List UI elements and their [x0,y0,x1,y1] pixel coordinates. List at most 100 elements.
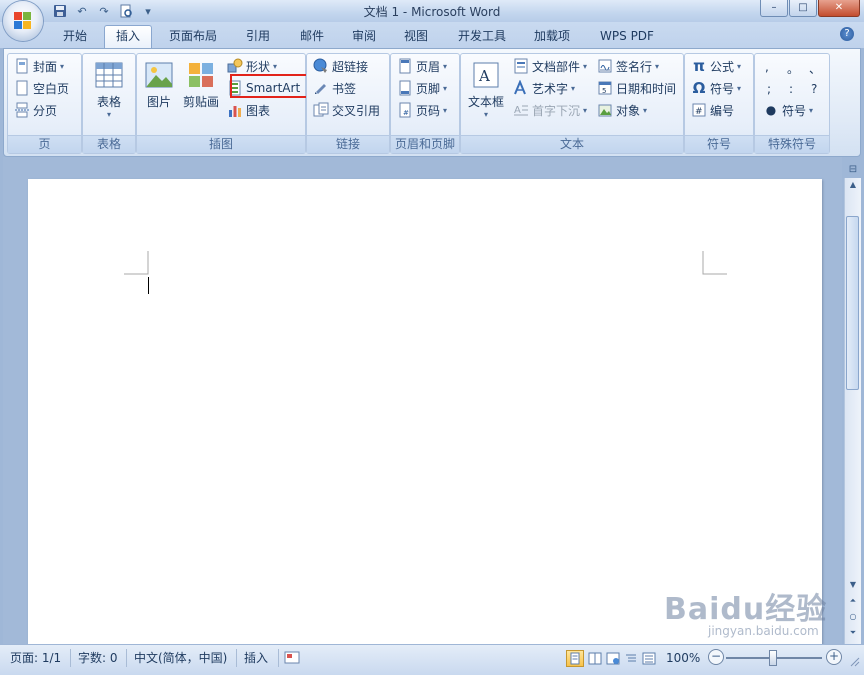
group-pages: 封面 ▾ 空白页 分页 页 [7,53,82,154]
group-table: 表格 ▾ 表格 [82,53,136,154]
numbering-button[interactable]: # 编号 [691,100,734,120]
cross-reference-button[interactable]: 交叉引用 [313,100,380,120]
group-label-links: 链接 [307,135,389,153]
tab-review[interactable]: 审阅 [346,26,382,47]
date-time-button[interactable]: 5 日期和时间 [597,78,676,98]
tab-wps-pdf[interactable]: WPS PDF [594,26,660,47]
quick-parts-button[interactable]: 文档部件 ▾ [513,56,587,76]
omega-icon: Ω [692,79,706,97]
special-symbol-question[interactable]: ? [811,82,817,96]
zoom-in-icon[interactable]: + [826,649,842,665]
ribbon: 封面 ▾ 空白页 分页 页 表格 ▾ 表格 图片 剪贴画 形状 ▾ SmartA… [3,48,861,157]
clipart-button[interactable]: 剪贴画 [181,60,221,110]
view-ruler-icon[interactable]: ⊟ [846,164,860,178]
bookmark-icon [315,84,326,94]
document-page[interactable] [28,179,822,649]
minimize-button[interactable]: – [760,0,788,17]
page-break-icon [15,102,29,118]
header-button[interactable]: 页眉 ▾ [397,56,447,76]
table-button[interactable]: 表格 ▾ [89,60,129,119]
wordart-button[interactable]: 艺术字 ▾ [513,78,575,98]
special-symbol-semicolon[interactable]: ; [767,82,771,96]
group-label-header-footer: 页眉和页脚 [391,135,459,153]
macro-record-icon[interactable] [284,650,300,665]
cover-page-button[interactable]: 封面 ▾ [14,56,64,76]
scroll-down-icon[interactable]: ▼ [845,578,861,592]
tab-home[interactable]: 开始 [58,26,92,47]
zoom-out-icon[interactable]: − [708,649,724,665]
maximize-button[interactable]: □ [789,0,817,17]
web-layout-button[interactable] [604,650,622,667]
special-symbol-enum-comma[interactable]: 、 [809,60,821,77]
page-break-button[interactable]: 分页 [14,100,57,120]
vertical-scrollbar[interactable]: ▲ ▼ ⏶ ○ ⏷ [844,178,861,644]
status-word-count[interactable]: 字数: 0 [78,649,118,667]
office-button[interactable] [3,1,43,41]
outline-view-button[interactable] [622,650,640,667]
tab-developer[interactable]: 开发工具 [452,26,512,47]
wordart-icon [514,80,526,95]
resize-grip-icon[interactable] [848,655,860,667]
group-label-pages: 页 [8,135,81,153]
zoom-slider-thumb[interactable] [769,650,777,666]
outline-icon [626,654,636,662]
special-symbol-period[interactable]: 。 [787,60,799,77]
drop-cap-button[interactable]: A 首字下沉 ▾ [513,100,587,120]
full-screen-reading-button[interactable] [586,650,604,667]
textbox-icon: A [473,62,499,88]
svg-text:A: A [478,67,490,85]
bookmark-button[interactable]: 书签 [313,78,356,98]
status-insert-mode[interactable]: 插入 [244,649,268,667]
window-controls: – □ ✕ [760,0,860,17]
footer-button[interactable]: 页脚 ▾ [397,78,447,98]
signature-line-button[interactable]: 签名行 ▾ [597,56,659,76]
quick-parts-icon [514,58,528,74]
svg-text:#: # [403,109,409,117]
textbox-button[interactable]: A 文本框 ▾ [465,60,507,119]
draft-icon [642,652,656,665]
special-symbol-colon[interactable]: : [789,82,793,96]
group-label-table: 表格 [83,135,135,153]
chart-icon [229,106,241,117]
cross-reference-icon [313,102,329,117]
tab-mailings[interactable]: 邮件 [294,26,330,47]
symbol-button[interactable]: Ω 符号 ▾ [691,78,741,98]
bullet-icon: ● [765,103,777,117]
help-icon[interactable]: ? [840,27,854,41]
tab-references[interactable]: 引用 [240,26,276,47]
zoom-level[interactable]: 100% [666,649,700,667]
chart-button[interactable]: 图表 [227,100,270,120]
next-page-icon[interactable]: ⏷ [845,626,861,640]
tab-insert[interactable]: 插入 [104,25,152,48]
tab-view[interactable]: 视图 [398,26,434,47]
page-number-button[interactable]: # 页码 ▾ [397,100,447,120]
print-layout-view-button[interactable] [566,650,584,667]
group-links: 超链接 书签 交叉引用 链接 [306,53,390,154]
page-number-icon: # [399,102,411,118]
previous-page-icon[interactable]: ⏶ [845,594,861,608]
close-button[interactable]: ✕ [818,0,860,17]
status-page[interactable]: 页面: 1/1 [10,649,61,667]
scroll-up-icon[interactable]: ▲ [845,178,861,192]
blank-page-button[interactable]: 空白页 [14,78,69,98]
hyperlink-button[interactable]: 超链接 [313,56,368,76]
tab-addins[interactable]: 加载项 [528,26,576,47]
table-icon [95,62,123,88]
shapes-button[interactable]: 形状 ▾ [227,56,277,76]
print-layout-icon [570,652,580,665]
clipart-icon [189,63,213,87]
object-button[interactable]: 对象 ▾ [597,100,647,120]
svg-text:#: # [695,107,703,117]
picture-button[interactable]: 图片 [141,60,177,110]
web-layout-icon [606,652,620,665]
scroll-thumb[interactable] [846,216,859,390]
tab-page-layout[interactable]: 页面布局 [164,26,222,47]
equation-button[interactable]: π 公式 ▾ [691,56,741,76]
draft-view-button[interactable] [640,650,658,667]
hyperlink-icon [313,58,327,73]
special-symbol-button[interactable]: ● 符号 ▾ [763,100,813,120]
special-symbol-comma[interactable]: , [765,60,769,74]
group-illustrations: 图片 剪贴画 形状 ▾ SmartArt 图表 插图 [136,53,306,154]
browse-object-icon[interactable]: ○ [845,610,861,624]
status-language[interactable]: 中文(简体，中国) [134,649,227,667]
